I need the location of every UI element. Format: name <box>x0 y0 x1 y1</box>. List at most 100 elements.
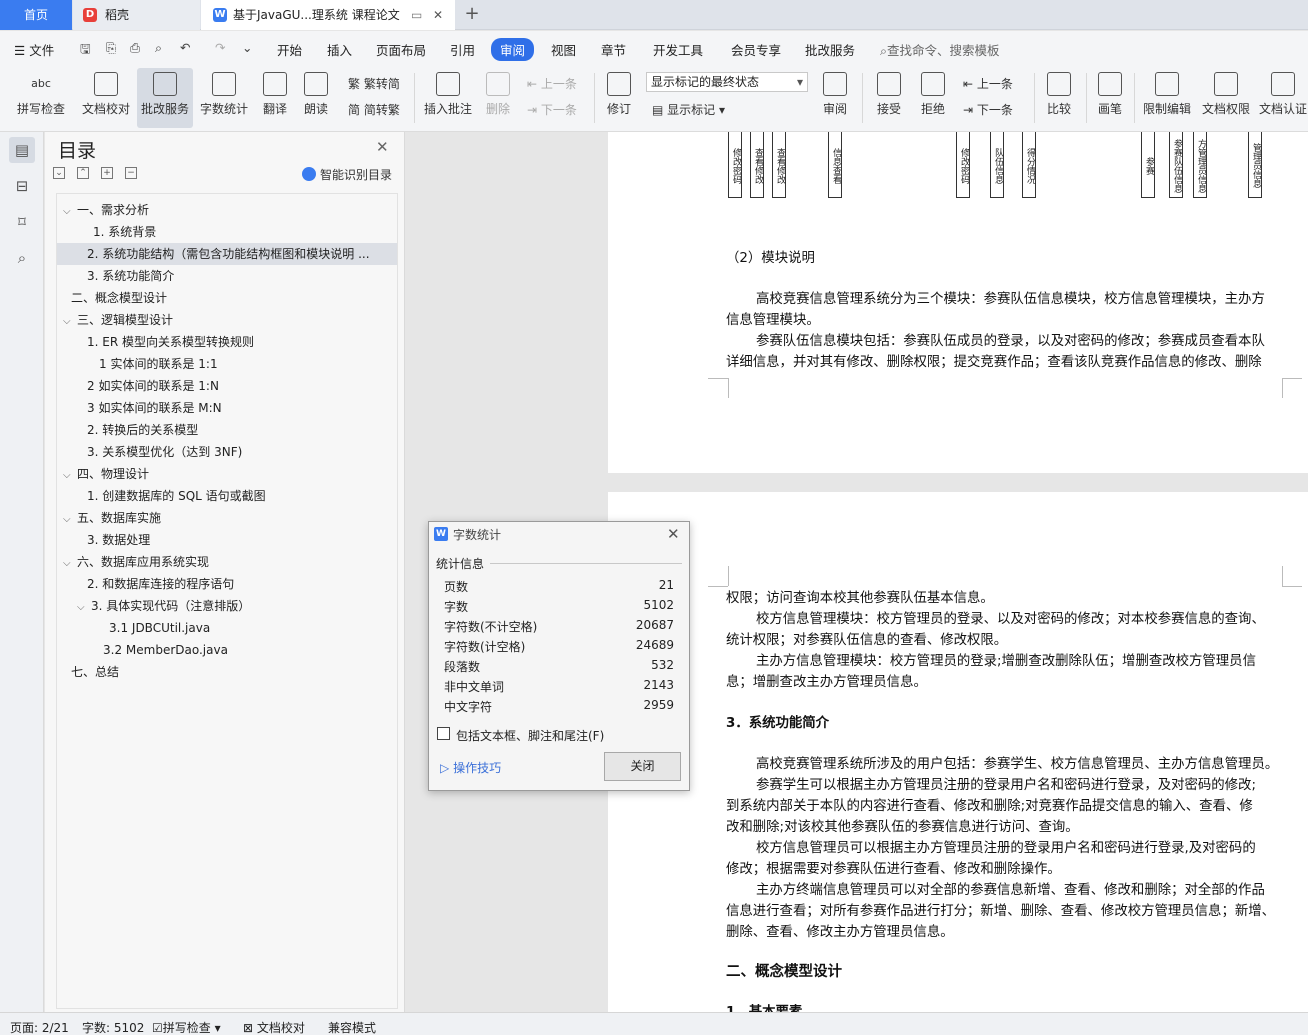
menu-chapter[interactable]: 章节 <box>601 40 626 59</box>
ribbon-divider <box>1034 73 1035 123</box>
bookmark-icon[interactable]: ⌑ <box>9 209 35 235</box>
toc-item[interactable]: ⌵ 3. 具体实现代码（注意排版） <box>57 595 397 617</box>
remove-level-icon[interactable]: − <box>125 167 137 179</box>
prev-change-button[interactable]: ⇤ 上一条 <box>963 75 1013 92</box>
add-level-icon[interactable]: + <box>101 167 113 179</box>
more-icon[interactable]: ⌄ <box>242 40 252 55</box>
toc-item[interactable]: 1. 系统背景 <box>57 221 397 243</box>
menu-view[interactable]: 视图 <box>551 40 576 59</box>
save-icon[interactable]: 🖫 <box>80 40 91 61</box>
doc-cert-button[interactable]: 文档认证 <box>1258 68 1308 128</box>
dialog-close-icon[interactable]: ✕ <box>667 525 680 543</box>
next-comment-button[interactable]: ⇥ 下一条 <box>527 101 577 118</box>
toc-item[interactable]: 2. 和数据库连接的程序语句 <box>57 573 397 595</box>
track-changes-button[interactable]: 修订 <box>600 68 638 128</box>
chevron-down-icon[interactable]: ⌵ <box>63 201 77 221</box>
toc-item[interactable]: 七、总结 <box>57 661 397 683</box>
smart-toc-button[interactable]: 智能识别目录 <box>302 166 392 183</box>
spell-check-button[interactable]: abc 拼写检查 <box>8 68 74 128</box>
accept-button[interactable]: 接受 <box>870 68 908 128</box>
toc-item[interactable]: 2 如实体间的联系是 1:N <box>57 375 397 397</box>
toc-icon[interactable]: ▤ <box>9 137 35 163</box>
dialog-close-button[interactable]: 关闭 <box>604 752 681 781</box>
spell-check-status[interactable]: ☑拼写检查 ▾ <box>152 1019 221 1035</box>
command-search[interactable]: ⌕查找命令、搜索模板 <box>880 40 1000 59</box>
toc-item[interactable]: 二、概念模型设计 <box>57 287 397 309</box>
crop-mark <box>728 566 729 586</box>
expand-up-icon[interactable]: ⌃ <box>77 167 89 179</box>
preview-icon[interactable]: ⌕ <box>155 40 162 56</box>
undo-icon[interactable]: ↶ <box>180 40 190 55</box>
menu-devtools[interactable]: 开发工具 <box>653 40 703 59</box>
toc-item[interactable]: 3. 数据处理 <box>57 529 397 551</box>
toc-item[interactable]: ⌵ 四、物理设计 <box>57 463 397 485</box>
toc-item[interactable]: 2. 转换后的关系模型 <box>57 419 397 441</box>
trad-to-simp-button[interactable]: 繁 繁转简 <box>348 75 400 92</box>
close-icon[interactable]: ✕ <box>376 138 389 156</box>
delete-comment-button[interactable]: 删除 <box>480 68 516 128</box>
restrict-edit-button[interactable]: 限制编辑 <box>1140 68 1194 128</box>
chevron-down-icon[interactable]: ⌵ <box>63 311 77 331</box>
markup-state-select[interactable]: 显示标记的最终状态 ▾ <box>646 72 808 92</box>
show-markup-dropdown[interactable]: ▤ 显示标记 ▾ <box>652 101 725 118</box>
collapse-all-icon[interactable]: ⌄ <box>53 167 65 179</box>
menu-insert[interactable]: 插入 <box>327 40 352 59</box>
review-service-button[interactable]: 批改服务 <box>137 68 193 128</box>
read-aloud-button[interactable]: 朗读 <box>298 68 334 128</box>
review-pane-button[interactable]: 审阅 <box>816 68 854 128</box>
tab-document[interactable]: W 基于JavaGU...理系统 课程论文 ▭ ✕ <box>201 0 455 30</box>
search-icon[interactable]: ⌕ <box>9 245 35 271</box>
toc-item[interactable]: ⌵ 五、数据库实施 <box>57 507 397 529</box>
simp-to-trad-button[interactable]: 简 简转繁 <box>348 101 400 118</box>
menu-member[interactable]: 会员专享 <box>731 40 781 59</box>
toc-item[interactable]: 1. ER 模型向关系模型转换规则 <box>57 331 397 353</box>
page-indicator[interactable]: 页面: 2/21 <box>10 1019 69 1035</box>
doc-proof-button[interactable]: 文档校对 <box>79 68 133 128</box>
toc-item[interactable]: 1. 创建数据库的 SQL 语句或截图 <box>57 485 397 507</box>
menu-start[interactable]: 开始 <box>277 40 302 59</box>
next-change-button[interactable]: ⇥ 下一条 <box>963 101 1013 118</box>
toc-item[interactable]: ⌵ 一、需求分析 <box>57 199 397 221</box>
toc-item[interactable]: 3.1 JDBCUtil.java <box>57 617 397 639</box>
toc-item[interactable]: 3 如实体间的联系是 M:N <box>57 397 397 419</box>
chapter-nav-icon[interactable]: ⊟ <box>9 173 35 199</box>
translate-button[interactable]: 翻译 <box>255 68 295 128</box>
menu-references[interactable]: 引用 <box>450 40 475 59</box>
new-tab-button[interactable]: + <box>460 0 484 30</box>
redo-icon[interactable]: ↷ <box>215 40 225 55</box>
review-pane-icon <box>823 72 847 96</box>
insert-comment-button[interactable]: 插入批注 <box>422 68 474 128</box>
doc-proof-status[interactable]: ⊠ 文档校对 <box>243 1019 305 1035</box>
word-count-button[interactable]: 字数统计 <box>197 68 251 128</box>
toc-item[interactable]: 2. 系统功能结构（需包含功能结构框图和模块说明 ... <box>57 243 397 265</box>
doc-permission-button[interactable]: 文档权限 <box>1200 68 1252 128</box>
print-icon[interactable]: ⎙ <box>130 40 140 56</box>
reject-button[interactable]: 拒绝 <box>914 68 952 128</box>
toc-item-label: 二、概念模型设计 <box>71 291 168 305</box>
toc-item[interactable]: 3. 关系模型优化（达到 3NF) <box>57 441 397 463</box>
tips-link[interactable]: ▷ 操作技巧 <box>440 759 501 776</box>
compare-button[interactable]: 比较 <box>1040 68 1078 128</box>
toc-item[interactable]: 3. 系统功能简介 <box>57 265 397 287</box>
close-tab-icon[interactable]: ✕ <box>433 0 443 30</box>
file-menu[interactable]: ☰ 文件 <box>14 40 54 59</box>
chevron-down-icon[interactable]: ⌵ <box>77 597 91 617</box>
toc-item[interactable]: 3.2 MemberDao.java <box>57 639 397 661</box>
toc-item[interactable]: 1 实体间的联系是 1:1 <box>57 353 397 375</box>
toc-item[interactable]: ⌵ 六、数据库应用系统实现 <box>57 551 397 573</box>
include-footnotes-checkbox[interactable] <box>437 727 450 740</box>
menu-layout[interactable]: 页面布局 <box>376 40 426 59</box>
toc-item[interactable]: ⌵ 三、逻辑模型设计 <box>57 309 397 331</box>
menu-review[interactable]: 审阅 <box>491 38 535 61</box>
pen-button[interactable]: 画笔 <box>1092 68 1128 128</box>
export-icon[interactable]: ⎘ <box>106 40 116 56</box>
chevron-down-icon[interactable]: ⌵ <box>63 509 77 529</box>
menu-correction[interactable]: 批改服务 <box>805 40 855 59</box>
tab-home[interactable]: 首页 <box>0 0 72 30</box>
screen-icon[interactable]: ▭ <box>411 0 422 30</box>
chevron-down-icon[interactable]: ⌵ <box>63 465 77 485</box>
prev-comment-button[interactable]: ⇤ 上一条 <box>527 75 577 92</box>
chevron-down-icon[interactable]: ⌵ <box>63 553 77 573</box>
word-count-status[interactable]: 字数: 5102 <box>82 1019 144 1035</box>
tab-docer[interactable]: D 稻壳 <box>73 0 200 30</box>
